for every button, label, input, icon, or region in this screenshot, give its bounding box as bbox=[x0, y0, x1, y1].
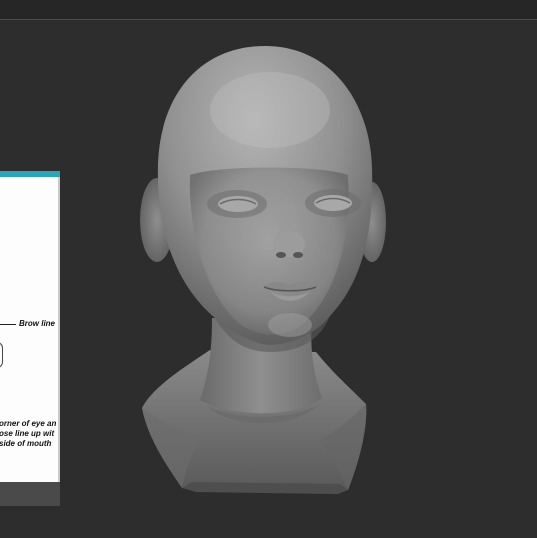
left-nostril bbox=[276, 252, 286, 258]
chin bbox=[268, 313, 312, 337]
right-eyelid bbox=[314, 195, 352, 211]
bust-base-rim bbox=[182, 482, 348, 494]
right-nostril bbox=[293, 252, 303, 258]
left-eyelid bbox=[218, 196, 258, 212]
forehead-highlight bbox=[210, 72, 330, 148]
sculpt-viewport[interactable]: Brow line orner of eye an ose line up wi… bbox=[0, 0, 537, 538]
sculpted-head-model[interactable] bbox=[0, 0, 537, 538]
